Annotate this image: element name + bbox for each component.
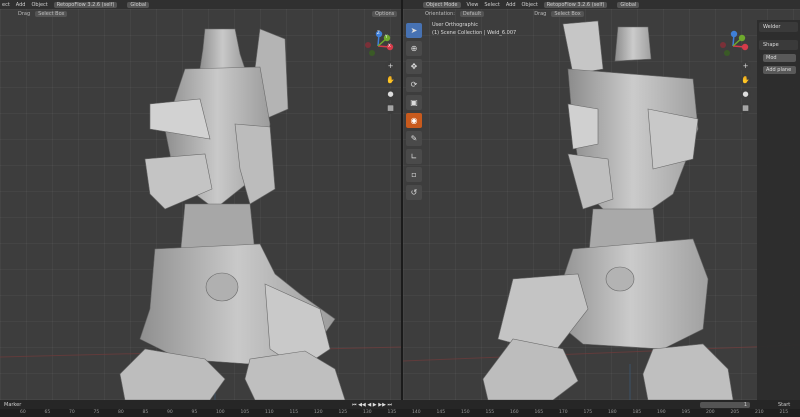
sidebar-panel: Welder Shape Mod Add plane xyxy=(757,20,800,400)
blender-window: ect Add Object RetopoFlow 3.2.6 (self) G… xyxy=(0,0,800,417)
menu-select[interactable]: Select xyxy=(484,2,499,8)
panel-welder[interactable]: Welder xyxy=(759,22,798,32)
ruler-tick: 150 xyxy=(461,410,470,415)
view-name: User Orthographic xyxy=(432,22,478,28)
playback-controls[interactable]: ⏮ ◀◀ ◀ ▶ ▶▶ ⏭ xyxy=(352,402,392,408)
ruler-tick: 65 xyxy=(44,410,51,415)
retopo-icon[interactable]: ↺ xyxy=(406,185,422,200)
ruler-tick: 170 xyxy=(559,410,568,415)
ruler-tick: 135 xyxy=(387,410,397,415)
grid-icon[interactable]: ▦ xyxy=(385,103,396,114)
options-dropdown[interactable]: Options xyxy=(372,11,398,17)
ruler-tick: 175 xyxy=(583,410,593,415)
zoom-icon[interactable]: + xyxy=(385,61,396,72)
cursor-3d-icon[interactable]: ⊕ xyxy=(406,41,422,56)
ruler-tick: 195 xyxy=(681,410,691,415)
hand-pan-icon[interactable]: ✋ xyxy=(385,75,396,86)
ruler-tick: 215 xyxy=(779,410,789,415)
tool-shelf: ➤ ⊕ ✥ ⟳ ▣ ◉ ✎ ∟ ▫ ↺ xyxy=(406,23,422,203)
ruler-tick: 140 xyxy=(412,410,421,415)
ruler-tick: 95 xyxy=(191,410,198,415)
ruler-tick: 160 xyxy=(510,410,519,415)
left-viewport-header: ect Add Object RetopoFlow 3.2.6 (self) G… xyxy=(0,0,401,9)
hand-pan-icon[interactable]: ✋ xyxy=(740,75,751,86)
camera-icon[interactable]: ● xyxy=(740,89,751,100)
right-tool-header: Orientation: Default Drag Select Box xyxy=(425,9,755,19)
robot-model-left xyxy=(0,28,401,400)
select-cursor-icon[interactable]: ➤ xyxy=(406,23,422,38)
add-cube-icon[interactable]: ▫ xyxy=(406,167,422,182)
menu-select[interactable]: ect xyxy=(2,2,10,8)
ruler-tick: 85 xyxy=(142,410,149,415)
ruler-tick: 190 xyxy=(657,410,666,415)
menu-add[interactable]: Add xyxy=(16,2,26,8)
ruler-tick: 205 xyxy=(730,410,740,415)
ruler-tick: 125 xyxy=(338,410,348,415)
ruler-tick: 110 xyxy=(265,410,274,415)
left-tool-header: Drag Select Box Options xyxy=(2,9,398,19)
collection-info: (1) Scene Collection | Weld_6.007 xyxy=(432,30,517,36)
ruler-tick: 130 xyxy=(363,410,372,415)
ruler-tick: 90 xyxy=(167,410,173,415)
gizmo-y-label: Y xyxy=(385,34,388,39)
ruler-tick: 185 xyxy=(632,410,642,415)
gizmo-x-label: X xyxy=(388,43,391,48)
ruler-tick: 145 xyxy=(436,410,446,415)
orientation-dropdown[interactable]: Default xyxy=(459,11,485,17)
mode-dropdown[interactable]: Object Mode xyxy=(423,1,461,8)
ruler-tick: 105 xyxy=(240,410,250,415)
add-plane-button[interactable]: Add plane xyxy=(763,66,796,74)
addon-dropdown[interactable]: RetopoFlow 3.2.6 (self) xyxy=(53,1,118,8)
ruler-tick: 75 xyxy=(93,410,100,415)
orientation-label: Orientation: xyxy=(425,11,455,17)
frame-ruler[interactable]: 60 65 70 75 80 85 90 95 100 105 110 115 120 125 130 135… xyxy=(0,409,800,417)
right-3d-viewport[interactable]: User Orthographic (1) Scene Collection |… xyxy=(403,9,800,400)
ruler-tick: 210 xyxy=(755,410,764,415)
navigation-gizmo[interactable]: X Y Z xyxy=(360,30,400,66)
current-frame-field[interactable]: 1 xyxy=(700,401,750,408)
mod-button[interactable]: Mod xyxy=(763,54,796,62)
transform-icon[interactable]: ◉ xyxy=(406,113,422,128)
ruler-tick: 100 xyxy=(216,410,225,415)
ruler-tick: 60 xyxy=(20,410,26,415)
rotate-icon[interactable]: ⟳ xyxy=(406,77,422,92)
measure-icon[interactable]: ∟ xyxy=(406,149,422,164)
select-box-dropdown[interactable]: Select Box xyxy=(35,11,68,17)
zoom-icon[interactable]: + xyxy=(740,61,751,72)
move-icon[interactable]: ✥ xyxy=(406,59,422,74)
left-3d-viewport[interactable]: X Y Z + ✋ ● ▦ xyxy=(0,9,401,400)
viewport-info: User Orthographic (1) Scene Collection |… xyxy=(432,21,516,37)
gizmo-z-label: Z xyxy=(377,30,380,35)
marker-menu[interactable]: Marker xyxy=(4,402,21,408)
ruler-tick: 80 xyxy=(118,410,124,415)
right-viewport-header: Object Mode View Select Add Object Retop… xyxy=(403,0,800,9)
ruler-tick: 155 xyxy=(485,410,495,415)
timeline: Marker ⏮ ◀◀ ◀ ▶ ▶▶ ⏭ 1 Start 60 65 70 75 80 8… xyxy=(0,400,800,417)
menu-add[interactable]: Add xyxy=(506,2,516,8)
ruler-tick: 70 xyxy=(69,410,75,415)
drag-label: Drag xyxy=(18,11,31,17)
camera-icon[interactable]: ● xyxy=(385,89,396,100)
transform-orientation-dropdown[interactable]: Global xyxy=(127,1,150,8)
grid-icon[interactable]: ▦ xyxy=(740,103,751,114)
transform-orientation-dropdown[interactable]: Global xyxy=(617,1,640,8)
ruler-tick: 180 xyxy=(608,410,617,415)
menu-view[interactable]: View xyxy=(467,2,479,8)
ruler-tick: 115 xyxy=(289,410,299,415)
ruler-tick: 165 xyxy=(534,410,544,415)
menu-object[interactable]: Object xyxy=(31,2,47,8)
panel-shape[interactable]: Shape xyxy=(759,40,798,50)
select-box-dropdown[interactable]: Select Box xyxy=(551,11,584,17)
start-frame-label: Start xyxy=(778,401,791,408)
drag-label: Drag xyxy=(534,11,547,17)
addon-dropdown[interactable]: RetopoFlow 3.2.6 (self) xyxy=(543,1,608,8)
navigation-gizmo[interactable] xyxy=(715,30,755,66)
menu-object[interactable]: Object xyxy=(522,2,538,8)
annotate-icon[interactable]: ✎ xyxy=(406,131,422,146)
scale-icon[interactable]: ▣ xyxy=(406,95,422,110)
ruler-tick: 200 xyxy=(706,410,715,415)
ruler-tick: 120 xyxy=(314,410,323,415)
